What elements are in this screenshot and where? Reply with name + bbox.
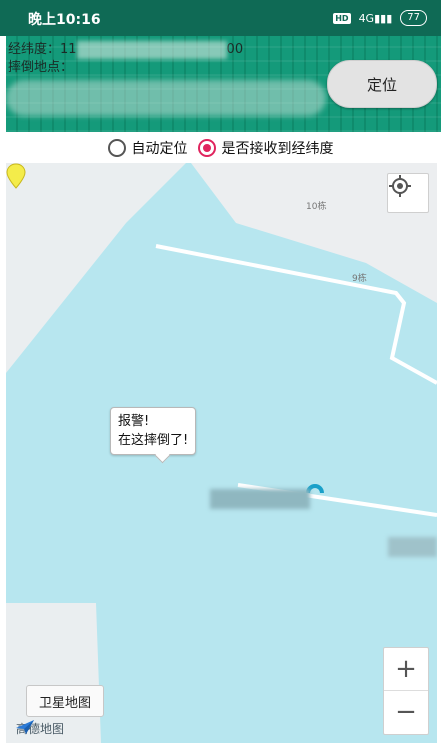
address-redacted <box>6 80 326 116</box>
zoom-in-button[interactable]: + <box>384 648 428 691</box>
callout-line-1: 报警! <box>118 414 150 429</box>
crosshair-icon <box>389 175 411 197</box>
redacted-label-1 <box>210 489 310 509</box>
info-header: 经纬度：11 00 摔倒地点： 定位 <box>6 36 441 132</box>
callout-line-2: 在这摔倒了! <box>118 433 189 448</box>
status-bar: 晚上10:16 HD 4G▮▮▮ 77 <box>0 0 441 36</box>
zoom-out-button[interactable]: − <box>384 691 428 733</box>
received-coords-label: 是否接收到经纬度 <box>221 141 334 157</box>
map-canvas <box>6 163 437 743</box>
coordinates-suffix: 00 <box>226 42 244 57</box>
building-label-9: 9栋 <box>352 274 367 284</box>
my-location-button[interactable] <box>387 173 429 213</box>
location-label: 摔倒地点： <box>8 60 74 75</box>
map-pin-icon[interactable] <box>6 163 26 189</box>
redacted-label-2 <box>388 537 437 557</box>
auto-locate-option[interactable]: 自动定位 <box>107 138 188 158</box>
map-view[interactable]: 10栋 9栋 报警! 在这摔倒了! + − 卫星地图 高德地图 <box>6 163 437 743</box>
land-top-left <box>6 163 186 373</box>
location-dot <box>306 484 324 494</box>
locate-button[interactable]: 定位 <box>327 60 437 108</box>
amap-logo: 高德地图 <box>16 720 64 737</box>
satellite-map-button[interactable]: 卫星地图 <box>26 685 104 717</box>
coordinates-label: 经纬度：11 <box>8 42 77 57</box>
received-coords-radio[interactable] <box>197 139 216 157</box>
hd-badge: HD <box>333 12 351 24</box>
battery-icon: 77 <box>400 10 427 26</box>
network-type: 4G <box>358 11 375 25</box>
coordinates-redacted <box>76 40 227 59</box>
alarm-callout: 报警! 在这摔倒了! <box>110 407 197 455</box>
options-row: 自动定位 是否接收到经纬度 <box>0 134 441 162</box>
amap-logo-icon <box>16 720 34 734</box>
status-icons: HD 4G▮▮▮ 77 <box>333 10 427 26</box>
building-label-10: 10栋 <box>306 202 327 212</box>
received-coords-option[interactable]: 是否接收到经纬度 <box>197 138 334 158</box>
signal-icon: 4G▮▮▮ <box>358 11 393 25</box>
auto-locate-label: 自动定位 <box>131 141 188 157</box>
battery-level: 77 <box>407 12 420 23</box>
zoom-controls: + − <box>383 647 429 735</box>
auto-locate-radio[interactable] <box>107 139 126 157</box>
status-time: 晚上10:16 <box>28 12 101 28</box>
